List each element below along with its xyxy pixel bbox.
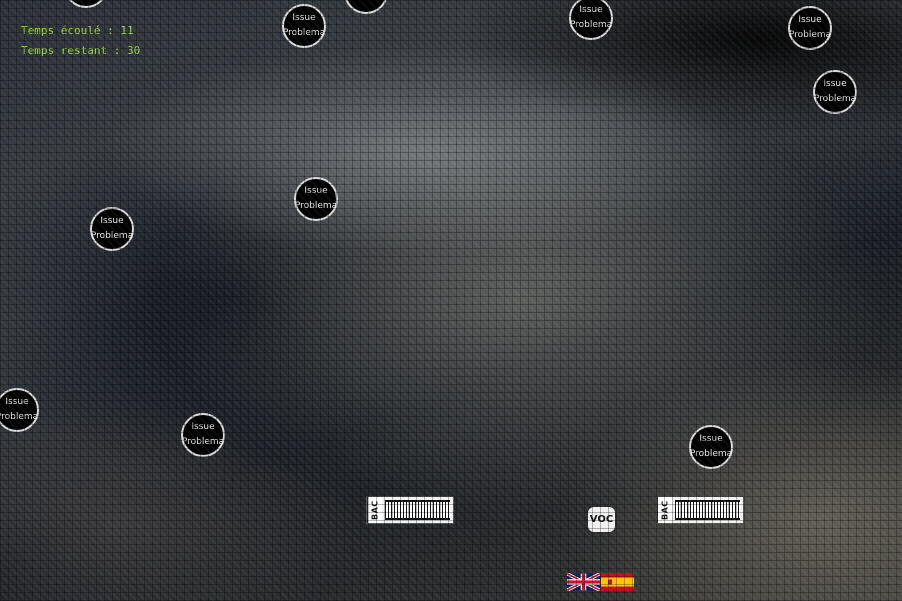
word-bubble[interactable]: Issue Problema xyxy=(689,425,733,469)
game-background: Temps écoulé : 11 Temps restant : 30 Iss… xyxy=(0,0,902,601)
bac-label: BAC xyxy=(367,497,382,523)
bubble-word-es: Problema xyxy=(0,412,39,422)
bubble-word-es: Problema xyxy=(90,231,134,241)
bubble-word-en: Issue xyxy=(292,13,316,23)
bubble-word-es: Problema xyxy=(294,201,338,211)
word-bubble-partial[interactable] xyxy=(64,0,108,8)
word-bubble[interactable]: Issue Problema xyxy=(569,0,613,40)
bubble-word-es: Problema xyxy=(813,94,857,104)
bubble-word-en: Issue xyxy=(798,15,822,25)
bubble-word-en: Issue xyxy=(100,216,124,226)
word-bubble[interactable]: Issue Problema xyxy=(181,413,225,457)
bubble-word-es: Problema xyxy=(788,30,832,40)
bubble-word-en: Issue xyxy=(5,397,29,407)
bac-barcode-graphic xyxy=(385,500,450,520)
word-bubble[interactable]: Issue Problema xyxy=(0,388,39,432)
bubble-word-es: Problema xyxy=(181,437,225,447)
bubble-word-es: Problema xyxy=(282,28,326,38)
word-bubble[interactable]: Issue Problema xyxy=(282,4,326,48)
bac-score-box-right[interactable]: BAC xyxy=(656,496,744,524)
spain-flag-icon[interactable] xyxy=(601,573,634,591)
bubble-word-en: Issue xyxy=(191,422,215,432)
word-bubble[interactable]: Issue Problema xyxy=(90,207,134,251)
bubble-word-es: Problema xyxy=(689,449,733,459)
word-bubble[interactable]: Issue Problema xyxy=(813,70,857,114)
uk-flag-icon[interactable] xyxy=(567,573,600,591)
bubble-word-en: Issue xyxy=(823,79,847,89)
word-bubble[interactable]: Issue Problema xyxy=(294,177,338,221)
bubble-word-en: Issue xyxy=(579,5,603,15)
bac-label: BAC xyxy=(657,497,672,523)
word-bubble-partial[interactable] xyxy=(344,0,388,14)
bac-barcode-graphic xyxy=(675,500,740,520)
bubble-word-en: Issue xyxy=(304,186,328,196)
elapsed-time-counter: Temps écoulé : 11 xyxy=(21,24,134,37)
bubble-word-es: Problema xyxy=(569,20,613,30)
remaining-time-counter: Temps restant : 30 xyxy=(21,44,141,57)
word-bubble[interactable]: Issue Problema xyxy=(788,6,832,50)
voc-button[interactable]: VOC xyxy=(588,507,615,532)
bubble-word-en: Issue xyxy=(699,434,723,444)
bac-score-box-left[interactable]: BAC xyxy=(366,496,454,524)
